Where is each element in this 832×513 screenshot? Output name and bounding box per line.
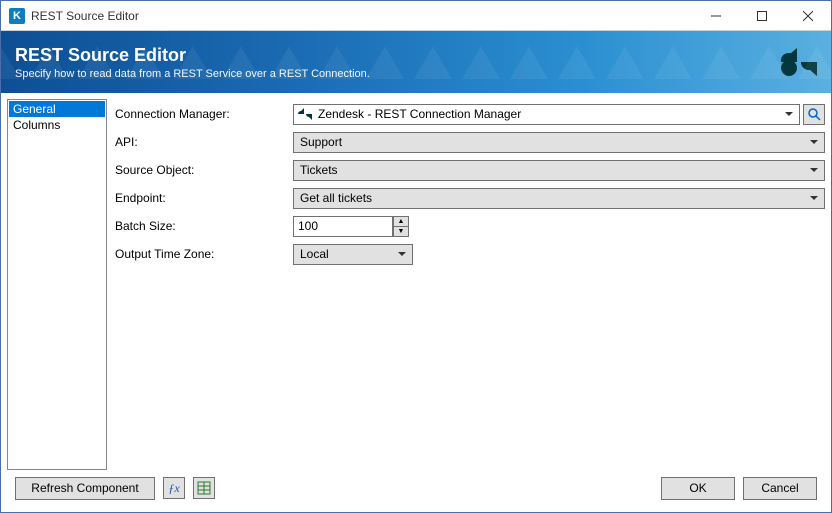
batch-size-input[interactable]: [293, 216, 393, 237]
endpoint-label: Endpoint:: [113, 191, 293, 205]
source-object-value: Tickets: [300, 163, 338, 177]
ok-label: OK: [689, 481, 706, 495]
sidebar: General Columns: [7, 99, 107, 470]
refresh-label: Refresh Component: [31, 481, 138, 495]
source-object-dropdown[interactable]: Tickets: [293, 160, 825, 181]
ok-button[interactable]: OK: [661, 477, 735, 500]
sidebar-item-columns[interactable]: Columns: [9, 117, 105, 133]
refresh-component-button[interactable]: Refresh Component: [15, 477, 155, 500]
output-tz-dropdown[interactable]: Local: [293, 244, 413, 265]
batch-size-up[interactable]: ▲: [393, 216, 409, 226]
window-title: REST Source Editor: [31, 9, 693, 23]
cancel-label: Cancel: [761, 481, 798, 495]
grid-icon: [197, 481, 211, 495]
sidebar-item-general[interactable]: General: [9, 101, 105, 117]
endpoint-dropdown[interactable]: Get all tickets: [293, 188, 825, 209]
banner-subtitle: Specify how to read data from a REST Ser…: [15, 68, 662, 80]
sidebar-item-label: Columns: [13, 118, 60, 132]
sidebar-item-label: General: [13, 102, 56, 116]
banner-title: REST Source Editor: [15, 45, 662, 66]
connection-label: Connection Manager:: [113, 107, 293, 121]
cancel-button[interactable]: Cancel: [743, 477, 817, 500]
batch-size-label: Batch Size:: [113, 219, 293, 233]
connection-manager-dropdown[interactable]: Zendesk - REST Connection Manager: [293, 104, 800, 125]
api-dropdown[interactable]: Support: [293, 132, 825, 153]
endpoint-value: Get all tickets: [300, 191, 372, 205]
main-area: General Columns Connection Manager: Zend…: [1, 93, 831, 470]
kingswaysoft-logo: Powered By KingswaySoft: [662, 0, 763, 255]
expression-button[interactable]: ƒx: [163, 477, 185, 499]
fx-icon: ƒx: [168, 481, 179, 496]
batch-size-down[interactable]: ▼: [393, 226, 409, 237]
header-banner: REST Source Editor Specify how to read d…: [1, 31, 831, 93]
api-label: API:: [113, 135, 293, 149]
output-tz-value: Local: [300, 247, 329, 261]
connection-value: Zendesk - REST Connection Manager: [318, 107, 521, 121]
zendesk-logo: [781, 48, 817, 76]
api-value: Support: [300, 135, 342, 149]
footer: Refresh Component ƒx OK Cancel: [1, 470, 831, 506]
zendesk-icon: [298, 108, 312, 120]
source-object-label: Source Object:: [113, 163, 293, 177]
app-icon: K: [9, 8, 25, 24]
properties-button[interactable]: [193, 477, 215, 499]
output-tz-label: Output Time Zone:: [113, 247, 293, 261]
